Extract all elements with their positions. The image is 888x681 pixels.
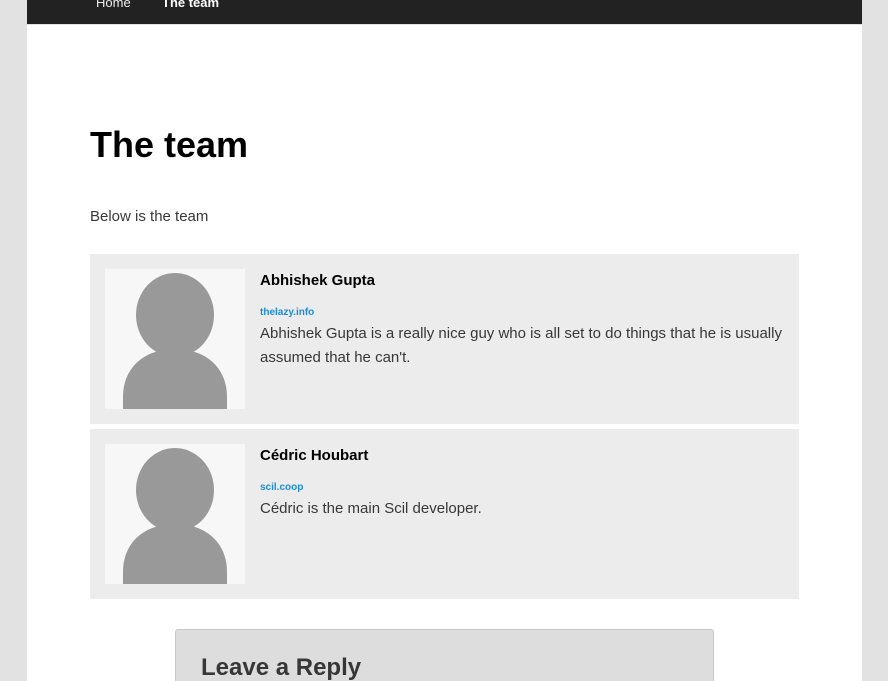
team-member-card: Cédric Houbart scil.coop Cédric is the m… xyxy=(90,429,799,599)
avatar-silhouette xyxy=(105,444,245,584)
leave-reply-heading: Leave a Reply xyxy=(201,654,362,681)
team-member-bio: Cédric is the main Scil developer. xyxy=(260,500,482,517)
page-title: The team xyxy=(90,124,249,165)
default-user-avatar-icon xyxy=(105,269,245,409)
top-navigation-bar: Home The team xyxy=(27,0,862,25)
team-member-website-link[interactable]: thelazy.info xyxy=(260,306,314,319)
team-member-name: Abhishek Gupta xyxy=(260,272,376,289)
page-container: Home The team The team Below is the team… xyxy=(27,0,862,681)
team-member-name: Cédric Houbart xyxy=(260,447,369,464)
team-member-website-link[interactable]: scil.coop xyxy=(260,481,303,494)
team-member-bio: Abhishek Gupta is a really nice guy who … xyxy=(260,325,782,366)
comment-respond-section: Leave a Reply xyxy=(175,629,714,681)
nav-item-the-team[interactable]: The team xyxy=(162,0,219,12)
team-member-card: Abhishek Gupta thelazy.info Abhishek Gup… xyxy=(90,254,799,424)
avatar-silhouette xyxy=(105,269,245,409)
nav-item-home[interactable]: Home xyxy=(96,0,131,12)
page-intro-text: Below is the team xyxy=(90,208,209,225)
default-user-avatar-icon xyxy=(105,444,245,584)
